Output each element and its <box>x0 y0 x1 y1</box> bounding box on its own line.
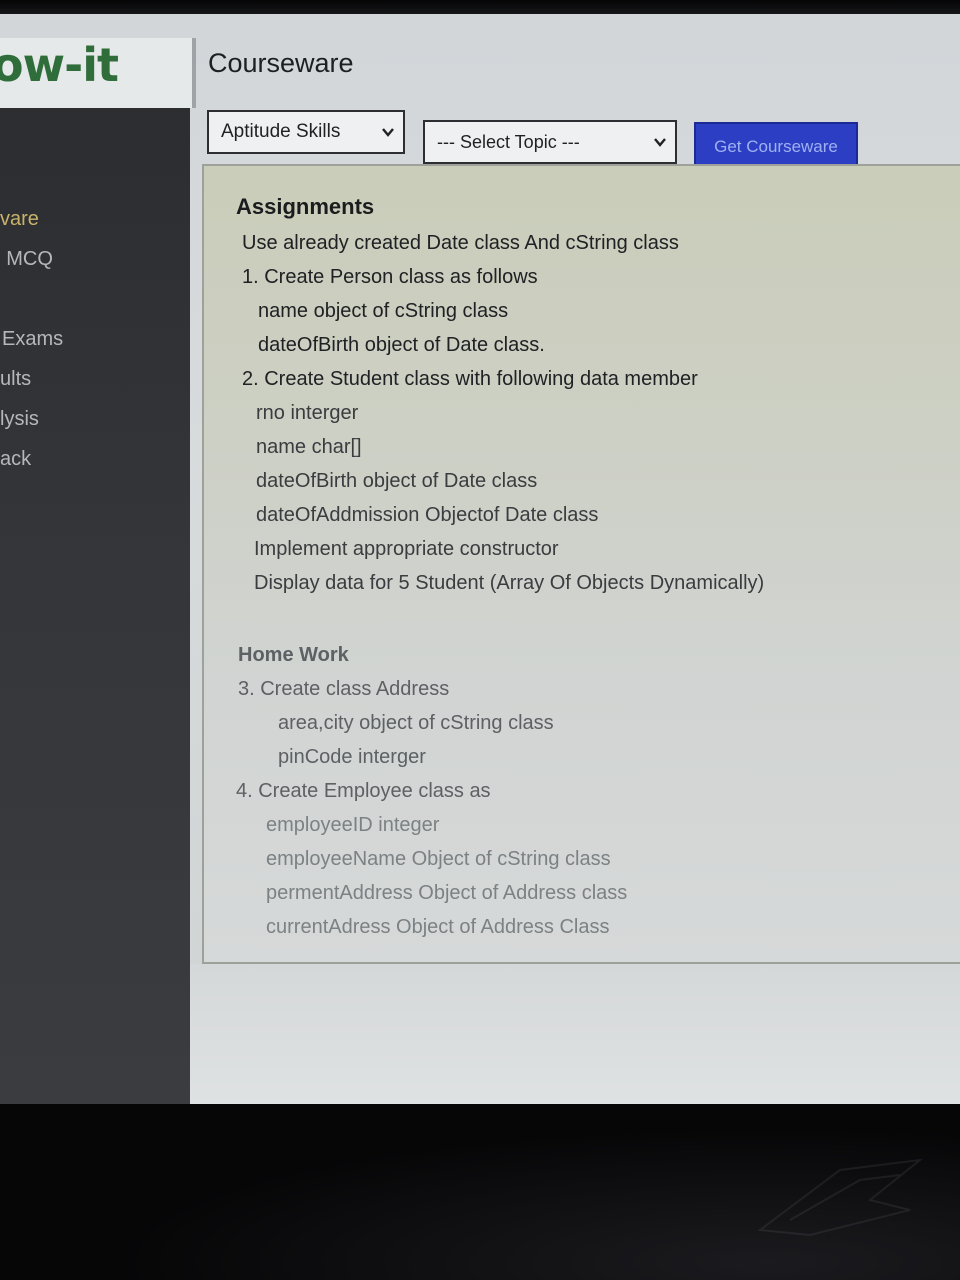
page-footer-area <box>190 964 960 1108</box>
browser-viewport: vare · MCQ Exams ults lysis ack ow-it Co… <box>0 14 960 1108</box>
sidebar: vare · MCQ Exams ults lysis ack <box>0 38 190 1108</box>
assignment-line: name object of cString class <box>258 300 509 322</box>
homework-line: area,city object of cString class <box>278 712 554 734</box>
logo-container[interactable]: ow-it <box>0 38 196 108</box>
chevron-down-icon <box>654 138 666 147</box>
monitor-bezel-bottom <box>0 1104 960 1280</box>
bezel-logo-icon <box>757 1158 924 1237</box>
assignments-heading: Assignments <box>236 194 375 219</box>
sidebar-item-exams[interactable]: Exams <box>2 328 63 351</box>
homework-line: 3. Create class Address <box>238 678 450 700</box>
sidebar-item-courseware[interactable]: vare <box>0 208 39 231</box>
topic-select-value: --- Select Topic --- <box>437 131 580 152</box>
assignment-line: Display data for 5 Student (Array Of Obj… <box>254 572 765 594</box>
assignment-line: dateOfAddmission Objectof Date class <box>256 504 599 526</box>
sidebar-item-mcq[interactable]: · MCQ <box>0 248 53 271</box>
homework-line: pinCode interger <box>278 746 426 768</box>
homework-heading: Home Work <box>238 644 349 666</box>
chevron-down-icon <box>382 128 394 137</box>
sidebar-item-feedback[interactable]: ack <box>0 448 31 471</box>
homework-line: currentAdress Object of Address Class <box>266 916 610 938</box>
homework-line: employeeID integer <box>266 814 440 836</box>
sidebar-item-analysis[interactable]: lysis <box>0 408 39 431</box>
homework-line: 4. Create Employee class as <box>236 780 491 802</box>
assignment-line: Use already created Date class And cStri… <box>242 232 679 254</box>
sidebar-item-results[interactable]: ults <box>0 368 31 391</box>
assignment-line: rno interger <box>256 402 359 424</box>
course-select-value: Aptitude Skills <box>221 121 341 142</box>
page-title: Courseware <box>208 48 354 78</box>
logo: ow-it <box>0 38 119 92</box>
courseware-content-panel: Assignments Use already created Date cla… <box>202 164 960 964</box>
sidebar-item-label: MCQ <box>6 248 53 270</box>
topic-select[interactable]: --- Select Topic --- <box>423 120 677 164</box>
homework-line: employeeName Object of cString class <box>266 848 611 870</box>
assignment-line: 1. Create Person class as follows <box>242 266 538 288</box>
assignment-line: 2. Create Student class with following d… <box>242 368 698 390</box>
assignment-line: dateOfBirth object of Date class. <box>258 334 545 356</box>
homework-line: permentAddress Object of Address class <box>266 882 628 904</box>
assignment-line: Implement appropriate constructor <box>254 538 559 560</box>
assignment-line: dateOfBirth object of Date class <box>256 470 538 492</box>
assignment-line: name char[] <box>256 436 362 458</box>
course-select[interactable]: Aptitude Skills <box>207 110 405 154</box>
